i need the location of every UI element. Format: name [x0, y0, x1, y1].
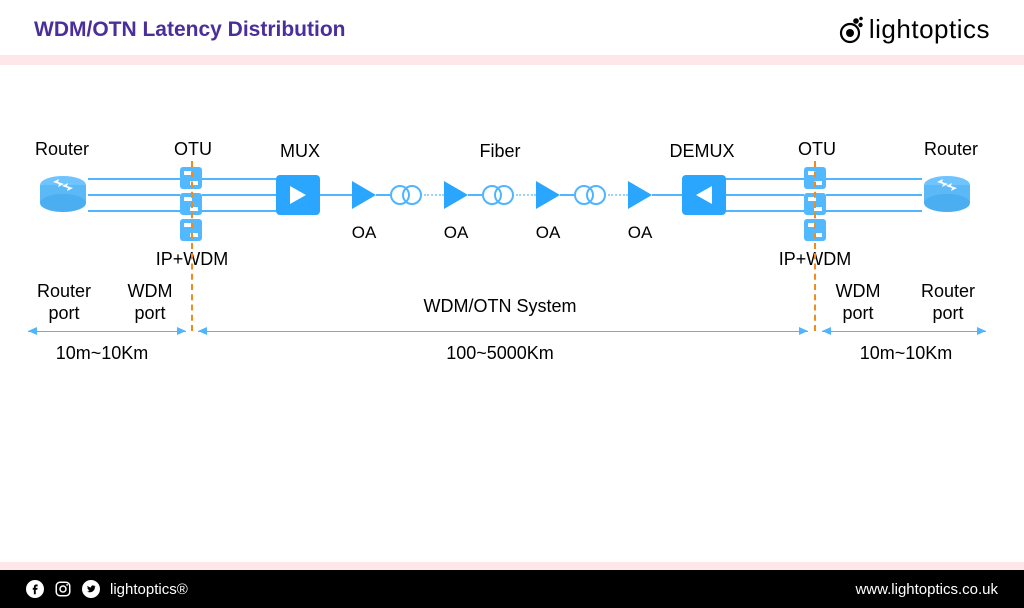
facebook-icon[interactable]	[26, 580, 44, 598]
label-oa: OA	[536, 223, 561, 243]
label-router-right: Router	[924, 139, 978, 160]
twitter-icon[interactable]	[82, 580, 100, 598]
label-oa: OA	[628, 223, 653, 243]
label-wdm-otn-system: WDM/OTN System	[424, 296, 577, 317]
router-right-icon	[922, 175, 972, 213]
oa-icon	[536, 181, 560, 209]
brand-logo: lightoptics	[835, 14, 990, 45]
distance-arrow-left	[28, 331, 186, 332]
label-wdm-port-right: WDMport	[836, 281, 881, 324]
label-router-port-left: Routerport	[37, 281, 91, 324]
oa-icon	[628, 181, 652, 209]
fiber-spool-icon	[482, 185, 514, 210]
label-otu-right: OTU	[798, 139, 836, 160]
label-router-left: Router	[35, 139, 89, 160]
footer-url[interactable]: www.lightoptics.co.uk	[855, 581, 998, 598]
label-otu-left: OTU	[174, 139, 212, 160]
footer-brand: lightoptics®	[110, 581, 188, 598]
oa-icon	[444, 181, 468, 209]
boundary-line	[191, 161, 193, 331]
label-distance-left: 10m~10Km	[56, 343, 149, 364]
oa-icon	[352, 181, 376, 209]
label-distance-right: 10m~10Km	[860, 343, 953, 364]
label-demux: DEMUX	[669, 141, 734, 162]
fiber-spool-icon	[574, 185, 606, 210]
boundary-line	[814, 161, 816, 331]
fiber-spool-icon	[390, 185, 422, 210]
label-fiber: Fiber	[479, 141, 520, 162]
label-wdm-port-left: WDMport	[128, 281, 173, 324]
label-router-port-right: Routerport	[921, 281, 975, 324]
demux-icon	[682, 175, 726, 215]
logo-icon	[835, 15, 865, 45]
label-distance-mid: 100~5000Km	[446, 343, 554, 364]
label-oa: OA	[444, 223, 469, 243]
label-mux: MUX	[280, 141, 320, 162]
label-oa: OA	[352, 223, 377, 243]
footer-divider	[0, 562, 1024, 570]
distance-arrow-right	[822, 331, 986, 332]
page-title: WDM/OTN Latency Distribution	[34, 18, 346, 42]
instagram-icon[interactable]	[54, 580, 72, 598]
footer: lightoptics® www.lightoptics.co.uk	[0, 570, 1024, 608]
mux-icon	[276, 175, 320, 215]
latency-diagram: Router OTU MUX Fiber DEMUX OTU Router	[0, 65, 1024, 485]
header-divider	[0, 55, 1024, 65]
distance-arrow-mid	[198, 331, 808, 332]
router-left-icon	[38, 175, 88, 213]
